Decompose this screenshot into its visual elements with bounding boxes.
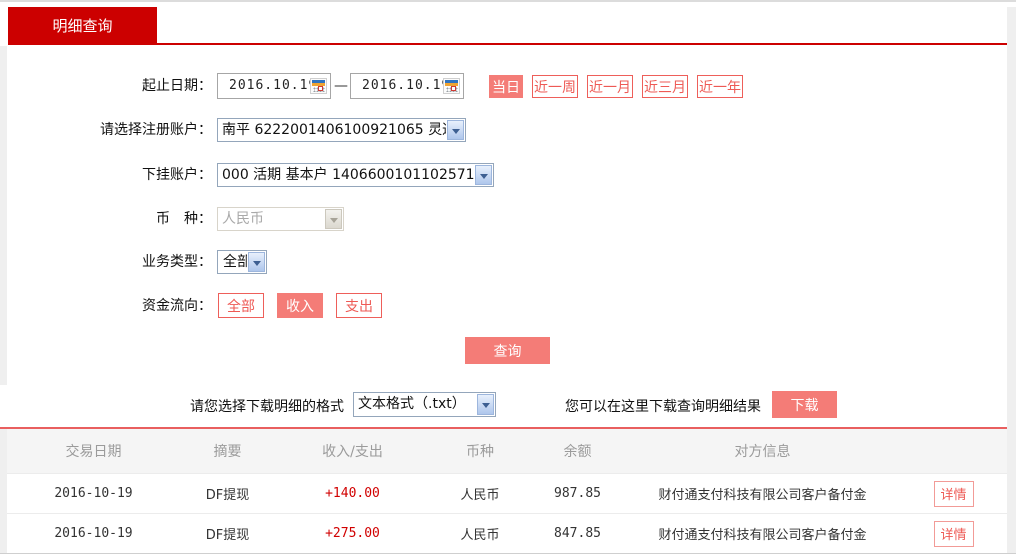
page-margin-left (0, 46, 7, 385)
cell-date: 2016-10-19 (54, 526, 133, 541)
page-margin-right (1007, 7, 1016, 553)
download-format-label: 请您选择下载明细的格式 (190, 399, 344, 415)
end-date-value: 2016.10.19 (362, 78, 451, 93)
tab-underline (8, 43, 1007, 45)
cell-amount: +275.00 (325, 526, 380, 541)
fund-flow-label: 资金流向： (142, 298, 212, 314)
table-row: 2016-10-19 DF提现 +140.00 人民币 987.85 财付通支付… (7, 473, 1007, 513)
cell-currency: 人民币 (460, 488, 500, 503)
query-button[interactable]: 查询 (465, 337, 550, 364)
detail-query-page: 明细查询 起止日期： 2016.10.19 — 2016.10.19 当日 近一… (0, 0, 1016, 556)
header-counterparty: 对方信息 (734, 444, 791, 460)
cell-summary: DF提现 (205, 488, 250, 503)
business-type-value: 全部 (223, 254, 247, 270)
cell-amount: +140.00 (325, 486, 380, 501)
quick-range-month[interactable]: 近一月 (587, 75, 633, 98)
table-header: 交易日期 摘要 收入/支出 币种 余额 对方信息 (7, 429, 1007, 473)
header-currency: 币种 (466, 444, 494, 460)
detail-button[interactable]: 详情 (933, 520, 974, 547)
business-type-select[interactable]: 全部 (217, 250, 267, 274)
tab-detail-query[interactable]: 明细查询 (8, 7, 157, 43)
chevron-down-icon (475, 165, 492, 185)
sub-account-value: 000 活期 基本户 1406600101102571848 (222, 167, 474, 183)
cell-balance: 847.85 (554, 526, 601, 541)
calendar-icon[interactable] (310, 78, 327, 94)
chevron-down-icon (325, 209, 342, 229)
chevron-down-icon (248, 252, 265, 272)
calendar-icon-day-marker (451, 86, 456, 91)
table-row: 2016-10-19 DF提现 +275.00 人民币 847.85 财付通支付… (7, 513, 1007, 553)
fund-flow-expense[interactable]: 支出 (336, 293, 382, 318)
sub-account-label: 下挂账户： (142, 167, 212, 183)
quick-range-week[interactable]: 近一周 (532, 75, 578, 98)
registered-account-select[interactable]: 南平 6222001406100921065 灵通卡 (217, 118, 466, 142)
sub-account-select[interactable]: 000 活期 基本户 1406600101102571848 (217, 163, 494, 187)
cell-summary: DF提现 (205, 528, 250, 543)
start-date-input[interactable]: 2016.10.19 (217, 73, 331, 99)
cell-balance: 987.85 (554, 486, 601, 501)
quick-range-buttons: 当日 近一周 近一月 近三月 近一年 (489, 75, 743, 98)
header-summary: 摘要 (213, 444, 242, 460)
download-format-value: 文本格式（.txt） (358, 396, 466, 412)
download-hint: 您可以在这里下载查询明细结果 (565, 399, 761, 415)
header-amount: 收入/支出 (322, 444, 383, 460)
download-button[interactable]: 下载 (772, 391, 837, 418)
header-date: 交易日期 (65, 444, 122, 460)
quick-range-today[interactable]: 当日 (489, 75, 523, 98)
calendar-icon-day-marker (318, 86, 323, 91)
currency-select: 人民币 (217, 207, 344, 231)
date-range-label: 起止日期： (142, 78, 212, 94)
cell-counterparty: 财付通支付科技有限公司客户备付金 (658, 488, 867, 503)
cell-counterparty: 财付通支付科技有限公司客户备付金 (658, 528, 867, 543)
quick-range-year[interactable]: 近一年 (697, 75, 743, 98)
page-margin-left-lower (0, 427, 7, 553)
detail-button[interactable]: 详情 (933, 480, 974, 507)
business-type-label: 业务类型： (142, 254, 212, 270)
calendar-icon[interactable] (443, 78, 460, 94)
registered-account-value: 南平 6222001406100921065 灵通卡 (222, 122, 446, 138)
chevron-down-icon (477, 394, 494, 415)
date-range-separator: — (334, 78, 348, 94)
cell-date: 2016-10-19 (54, 486, 133, 501)
cell-actions: 详情 (900, 480, 1007, 507)
chevron-down-icon (447, 120, 464, 140)
quick-range-quarter[interactable]: 近三月 (642, 75, 688, 98)
header-balance: 余额 (563, 444, 592, 460)
download-format-select[interactable]: 文本格式（.txt） (353, 392, 496, 417)
fund-flow-income[interactable]: 收入 (277, 293, 323, 318)
fund-flow-buttons: 全部 收入 支出 (218, 293, 382, 318)
top-divider (0, 0, 1016, 2)
bottom-divider (0, 553, 1016, 554)
start-date-value: 2016.10.19 (229, 78, 318, 93)
end-date-input[interactable]: 2016.10.19 (350, 73, 464, 99)
fund-flow-all[interactable]: 全部 (218, 293, 264, 318)
cell-actions: 详情 (900, 520, 1007, 547)
registered-account-label: 请选择注册账户： (100, 122, 212, 138)
currency-value: 人民币 (222, 211, 264, 227)
cell-currency: 人民币 (460, 528, 500, 543)
currency-label: 币 种： (156, 211, 212, 227)
